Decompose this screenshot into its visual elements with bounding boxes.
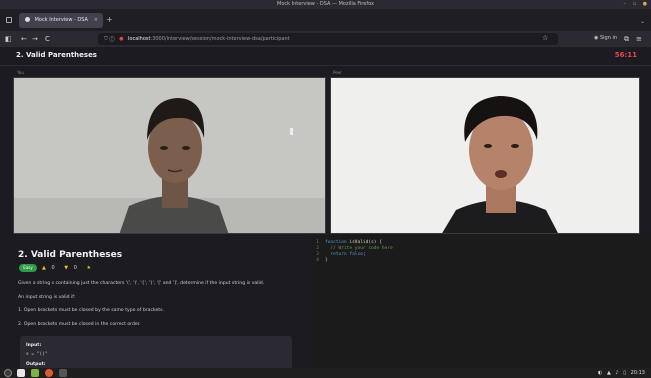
problem-rule-2: 2. Open brackets must be closed in the c… xyxy=(18,322,141,327)
code-editor[interactable]: 1 function isValid(s) {2 // Write your co… xyxy=(310,234,651,368)
firefox-view-icon[interactable] xyxy=(6,17,12,23)
battery-icon[interactable]: ▯ xyxy=(623,370,626,376)
tab-close-icon[interactable]: × xyxy=(94,13,98,28)
url-host: localhost xyxy=(128,36,151,42)
code-token: // Write your code here xyxy=(325,246,393,251)
thumbs-up-icon: ▲ xyxy=(42,265,46,271)
problem-stats: ▲ 0 ▼ 0 ★ xyxy=(42,264,95,272)
example-box: Input: s = "()" Output: xyxy=(20,336,292,370)
example-input-label: Input: xyxy=(26,343,42,348)
system-tray: ◐ ▲ ♪ ▯ 20:13 xyxy=(595,369,645,377)
local-video-label: You xyxy=(17,70,24,75)
forward-button[interactable]: → xyxy=(32,34,38,44)
reload-button[interactable]: C xyxy=(45,34,50,44)
remote-video-person xyxy=(331,78,639,233)
local-video-feed xyxy=(13,77,326,234)
like-button[interactable]: ▲ 0 xyxy=(42,265,59,271)
list-tabs-icon[interactable]: ⌄ xyxy=(640,18,645,25)
dislike-button[interactable]: ▼ 0 xyxy=(64,265,81,271)
firefox-icon[interactable] xyxy=(45,369,53,377)
code-line[interactable]: 4} xyxy=(310,258,328,264)
shield-tray-icon[interactable]: ◐ xyxy=(598,370,602,376)
tab-label: Mock Interview - DSA xyxy=(34,17,88,23)
remote-video-feed xyxy=(330,77,640,234)
clock-time: 20:13 xyxy=(630,370,645,376)
back-button[interactable]: ← xyxy=(21,34,27,44)
close-window-icon[interactable]: ● xyxy=(643,1,647,7)
volume-icon[interactable]: ♪ xyxy=(615,370,618,376)
window-title: Mock Interview - DSA — Mozilla Firefox xyxy=(277,1,374,7)
new-tab-button[interactable]: + xyxy=(106,16,113,24)
favorite-star-icon[interactable]: ★ xyxy=(86,265,90,271)
example-output-label: Output: xyxy=(26,362,46,367)
page-title: 2. Valid Parentheses xyxy=(16,51,97,59)
os-taskbar: ◐ ▲ ♪ ▯ 20:13 xyxy=(0,368,651,378)
code-token: function xyxy=(325,240,350,245)
start-menu-icon[interactable] xyxy=(4,369,12,377)
window-controls: – ▫ ● xyxy=(619,0,647,9)
app-header: 2. Valid Parentheses 56:11 xyxy=(0,47,651,66)
code-token: } xyxy=(325,258,328,263)
bookmark-star-icon[interactable]: ☆ xyxy=(542,34,548,42)
problem-valid-intro: An input string is valid if: xyxy=(18,295,76,300)
extensions-icon[interactable]: ⧉ xyxy=(624,34,629,44)
tab-mock-interview[interactable]: Mock Interview - DSA × xyxy=(19,13,103,28)
terminal-icon[interactable] xyxy=(17,369,25,377)
tab-bar: Mock Interview - DSA × + ⌄ xyxy=(0,9,651,31)
problem-description: Given a string s containing just the cha… xyxy=(18,281,265,286)
maximize-icon[interactable]: ▫ xyxy=(633,1,636,7)
files-icon[interactable] xyxy=(31,369,39,377)
like-count: 0 xyxy=(51,265,55,271)
network-icon[interactable]: ▲ xyxy=(607,370,611,376)
code-token: ; xyxy=(362,252,366,257)
shield-icon[interactable]: ⛉ xyxy=(104,36,108,42)
url-bar[interactable]: ⛉ ⓘ ● localhost:3000/interview/session/m… xyxy=(98,33,558,45)
minimize-icon[interactable]: – xyxy=(624,1,627,7)
local-video-person xyxy=(14,78,325,233)
code-token: false xyxy=(349,252,363,257)
example-input-value: s = "()" xyxy=(26,352,48,357)
url-path: :3000/interview/session/mock-interview-d… xyxy=(150,36,290,42)
account-signin-button[interactable]: ◉ Sign in xyxy=(594,35,617,41)
problem-panel: 2. Valid Parentheses Easy ▲ 0 ▼ 0 ★ Give… xyxy=(10,234,308,370)
permission-camera-icon[interactable]: ● xyxy=(119,36,123,42)
code-token: (s) { xyxy=(368,240,382,245)
difficulty-badge: Easy xyxy=(19,264,37,272)
line-number: 4 xyxy=(316,258,319,263)
code-token: isValid xyxy=(349,240,369,245)
window-titlebar: Mock Interview - DSA — Mozilla Firefox –… xyxy=(0,0,651,9)
dislike-count: 0 xyxy=(73,265,77,271)
app-icon[interactable] xyxy=(59,369,67,377)
tab-favicon-icon xyxy=(25,17,30,22)
code-token: return xyxy=(325,252,350,257)
page-info-icon[interactable]: ⓘ xyxy=(109,36,114,42)
sidebar-icon[interactable]: ◧ xyxy=(5,34,12,44)
navigation-bar: ◧ ← → C ⛉ ⓘ ● localhost:3000/interview/s… xyxy=(0,31,651,47)
problem-title: 2. Valid Parentheses xyxy=(18,250,123,260)
remote-video-label: Peer xyxy=(333,70,342,75)
thumbs-down-icon: ▼ xyxy=(64,265,69,271)
app-menu-icon[interactable]: ≡ xyxy=(636,34,642,44)
session-timer: 56:11 xyxy=(614,51,637,59)
problem-rule-1: 1. Open brackets must be closed by the s… xyxy=(18,308,164,313)
signin-label: Sign in xyxy=(599,35,618,41)
